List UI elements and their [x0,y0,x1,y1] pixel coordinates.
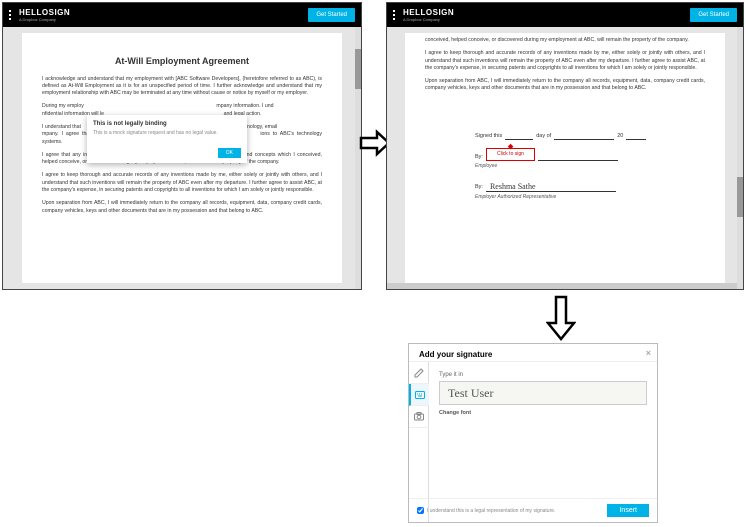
by-label: By: [475,184,483,192]
camera-icon [414,412,424,421]
text-fragment: mpany information. I und [216,103,273,109]
signature-modal-footer: I understand this is a legal representat… [409,498,657,522]
pen-icon [414,368,424,378]
rep-caption: Employer Authorized Representative [475,194,705,201]
get-started-button[interactable]: Get Started [690,8,737,22]
close-icon[interactable]: × [646,348,651,358]
signature-line-rep: Reshma Sathe [486,186,616,192]
employee-caption: Employee [475,163,705,170]
get-started-button[interactable]: Get Started [308,8,355,22]
day-of-label: day of [536,133,551,141]
signature-block: Signed this day of 20 By: Click to sign … [425,133,705,201]
paragraph: Upon separation from ABC, I will immedia… [42,200,322,215]
panel-document-signature-fields: HELLOSIGN A Dropbox Company Get Started … [386,2,744,290]
brand-name: HELLOSIGN [403,8,454,17]
by-label: By: [475,154,483,162]
modal-body: This is a mock signature request and has… [93,130,241,136]
brand-tagline: A Dropbox Company [403,17,454,22]
paragraph: Upon separation from ABC, I will immedia… [425,78,705,93]
year-prefix: 20 [617,133,623,141]
brand-tagline: A Dropbox Company [19,17,70,22]
signature-disclaimer[interactable]: I understand this is a legal representat… [417,507,555,514]
scrollbar-thumb[interactable] [355,49,361,89]
click-to-sign-button[interactable]: Click to sign [486,148,535,161]
scrollbar-horizontal[interactable] [387,283,737,289]
panel-add-signature: Add your signature × Type it in Test Use… [408,343,658,523]
insert-button[interactable]: Insert [607,504,649,517]
disclaimer-checkbox[interactable] [417,507,424,514]
document-page: conceived, helped conceive, or discovere… [405,33,725,283]
signature-modal-header: Add your signature × [409,344,657,362]
brand: HELLOSIGN A Dropbox Company [9,8,70,22]
topbar: HELLOSIGN A Dropbox Company Get Started [3,3,361,27]
rep-signature: Reshma Sathe [490,181,536,192]
scrollbar[interactable] [737,27,743,289]
panel-document-with-modal: HELLOSIGN A Dropbox Company Get Started … [2,2,362,290]
document-title: At-Will Employment Agreement [42,55,322,68]
tab-upload[interactable] [409,406,429,428]
disclaimer-text: I understand this is a legal representat… [427,508,555,514]
day-field[interactable] [505,134,533,140]
year-field[interactable] [626,134,646,140]
tab-type[interactable] [409,384,429,406]
arrow-down-icon [546,295,576,343]
text-fragment: I understand that [42,124,81,130]
document-viewport: conceived, helped conceive, or discovere… [387,27,743,289]
menu-dots-icon[interactable] [9,10,11,20]
text-fragment: During my employ [42,103,84,109]
scrollbar[interactable] [355,27,361,289]
modal-title: This is not legally binding [93,121,241,127]
signature-modal-title: Add your signature [419,350,492,359]
modal-ok-button[interactable]: OK [218,148,241,158]
menu-dots-icon[interactable] [393,10,395,20]
scrollbar-thumb[interactable] [737,177,743,217]
topbar: HELLOSIGN A Dropbox Company Get Started [387,3,743,27]
signature-typed-value: Test User [448,386,493,401]
signed-this-label: Signed this [475,133,502,141]
month-field[interactable] [554,134,614,140]
signature-text-input[interactable]: Test User [439,381,647,405]
change-font-button[interactable]: Change font [439,410,647,416]
brand: HELLOSIGN A Dropbox Company [393,8,454,22]
legal-notice-modal: This is not legally binding This is a mo… [87,115,247,163]
paragraph: I agree to keep thorough and accurate re… [425,50,705,72]
brand-name: HELLOSIGN [19,8,70,17]
paragraph: conceived, helped conceive, or discovere… [425,37,705,44]
type-it-in-label: Type it in [439,372,647,378]
paragraph: I agree to keep thorough and accurate re… [42,172,322,194]
paragraph: I acknowledge and understand that my emp… [42,76,322,98]
signature-line-employee [538,155,618,161]
tab-draw[interactable] [409,362,429,384]
keyboard-icon [415,391,425,399]
